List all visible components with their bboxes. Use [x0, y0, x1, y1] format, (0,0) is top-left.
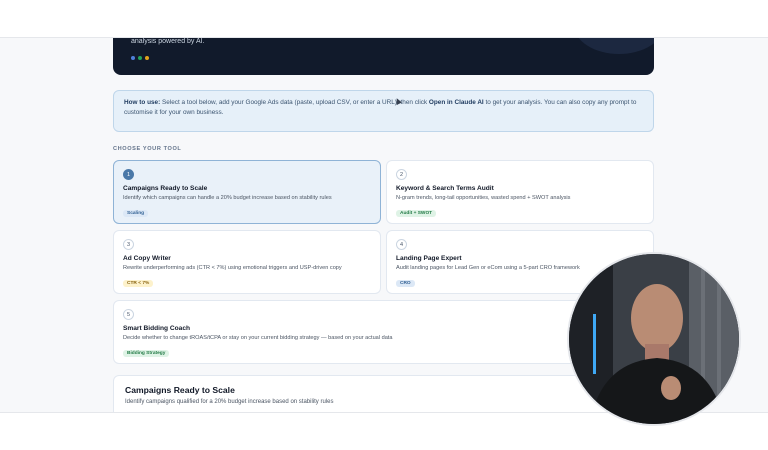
tool-title: Keyword & Search Terms Audit — [396, 185, 494, 192]
detail-title: Campaigns Ready to Scale — [125, 385, 235, 395]
webcam-presenter-image — [569, 254, 739, 424]
hero-dots — [131, 56, 149, 60]
browser-top-bar — [0, 0, 768, 38]
tool-title: Smart Bidding Coach — [123, 325, 191, 332]
tool-card-campaigns-ready-to-scale[interactable]: 1 Campaigns Ready to Scale Identify whic… — [113, 160, 381, 224]
tool-number-badge: 1 — [123, 169, 134, 180]
how-to-use-box: How to use: Select a tool below, add you… — [113, 90, 654, 132]
hero-decoration — [574, 38, 654, 54]
tool-tag: CTR < 7% — [123, 280, 154, 287]
tool-description: N-gram trends, long-tail opportunities, … — [396, 195, 571, 201]
tool-tag: CRO — [396, 280, 415, 287]
hero-banner: analysis powered by AI. — [113, 38, 654, 75]
section-label: CHOOSE YOUR TOOL — [113, 146, 182, 152]
tool-detail-panel: Campaigns Ready to Scale Identify campai… — [113, 375, 654, 412]
tool-number-badge: 3 — [123, 239, 134, 250]
tool-number-badge: 4 — [396, 239, 407, 250]
webcam-overlay — [567, 252, 741, 426]
tool-description: Decide whether to change tROAS/tCPA or s… — [123, 335, 393, 341]
tool-tag: Bidding Strategy — [123, 350, 170, 357]
hero-subtitle: analysis powered by AI. — [131, 38, 205, 45]
hero-dot-green — [138, 56, 142, 60]
tool-description: Identify which campaigns can handle a 20… — [123, 195, 332, 201]
tool-tag: Audit + SWOT — [396, 210, 437, 217]
tool-title: Campaigns Ready to Scale — [123, 185, 208, 192]
tool-card-keyword-audit[interactable]: 2 Keyword & Search Terms Audit N-gram tr… — [386, 160, 654, 224]
how-to-lead: How to use: — [124, 99, 161, 106]
tool-title: Ad Copy Writer — [123, 255, 171, 262]
tool-tag: Scaling — [123, 210, 149, 217]
tool-title: Landing Page Expert — [396, 255, 462, 262]
tool-card-ad-copy-writer[interactable]: 3 Ad Copy Writer Rewrite underperforming… — [113, 230, 381, 294]
hero-dot-blue — [131, 56, 135, 60]
tool-description: Rewrite underperforming ads (CTR < 7%) u… — [123, 265, 342, 271]
tool-number-badge: 2 — [396, 169, 407, 180]
hero-dot-yellow — [145, 56, 149, 60]
how-to-text-a: Select a tool below, add your Google Ads… — [160, 99, 429, 106]
tool-number-badge: 5 — [123, 309, 134, 320]
detail-subtitle: Identify campaigns qualified for a 20% b… — [125, 399, 334, 405]
how-to-action: Open in Claude AI — [428, 99, 484, 106]
